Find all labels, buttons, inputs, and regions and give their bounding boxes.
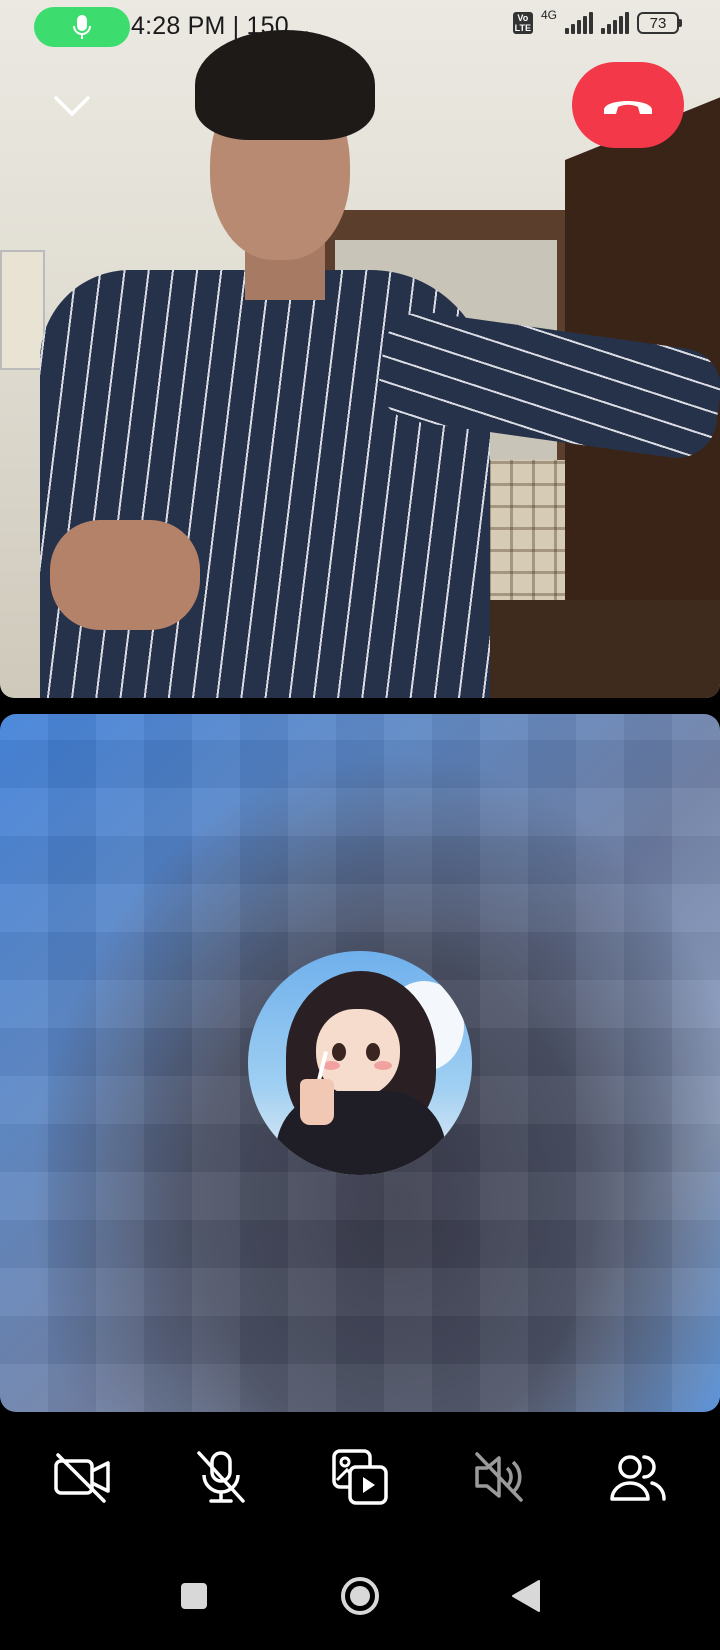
recents-button[interactable] — [166, 1568, 222, 1624]
video-call-screen: 4:28 PM | 150... Vo LTE 4G 73 — [0, 0, 720, 1650]
call-controls — [0, 1412, 720, 1542]
mic-active-indicator[interactable] — [34, 7, 130, 47]
home-button[interactable] — [332, 1568, 388, 1624]
speaker-off-icon — [475, 1452, 523, 1502]
signal-icon — [565, 12, 593, 34]
video-off-icon — [53, 1453, 110, 1503]
back-button[interactable] — [498, 1568, 554, 1624]
end-call-button[interactable] — [572, 62, 684, 148]
user-avatar — [248, 951, 472, 1175]
battery-level: 73 — [637, 12, 679, 34]
phone-hangup-icon — [604, 101, 652, 114]
circle-icon — [341, 1577, 379, 1615]
status-icons: Vo LTE 4G 73 — [512, 8, 682, 34]
network-type: 4G — [540, 8, 557, 22]
media-share-icon — [332, 1449, 388, 1505]
camera-off-button[interactable] — [42, 1437, 122, 1517]
status-bar: 4:28 PM | 150... Vo LTE 4G 73 — [0, 0, 720, 54]
mic-off-button[interactable] — [181, 1437, 261, 1517]
mic-off-icon — [197, 1451, 245, 1503]
people-icon — [610, 1455, 667, 1501]
minimize-call-button[interactable] — [46, 84, 98, 128]
speaker-off-button[interactable] — [459, 1437, 539, 1517]
status-time: 4:28 PM | 150... — [131, 12, 311, 40]
battery-icon: 73 — [637, 12, 682, 34]
square-icon — [181, 1583, 207, 1609]
navigation-bar — [0, 1542, 720, 1650]
chevron-down-icon — [54, 96, 90, 116]
participants-button[interactable] — [598, 1437, 678, 1517]
volte-icon: Vo LTE — [512, 12, 533, 34]
person-hand — [50, 520, 200, 630]
background-shelf — [0, 250, 45, 370]
signal-icon-2 — [601, 12, 629, 34]
triangle-back-icon — [512, 1580, 540, 1612]
share-media-button[interactable] — [320, 1437, 400, 1517]
microphone-icon — [73, 15, 91, 39]
